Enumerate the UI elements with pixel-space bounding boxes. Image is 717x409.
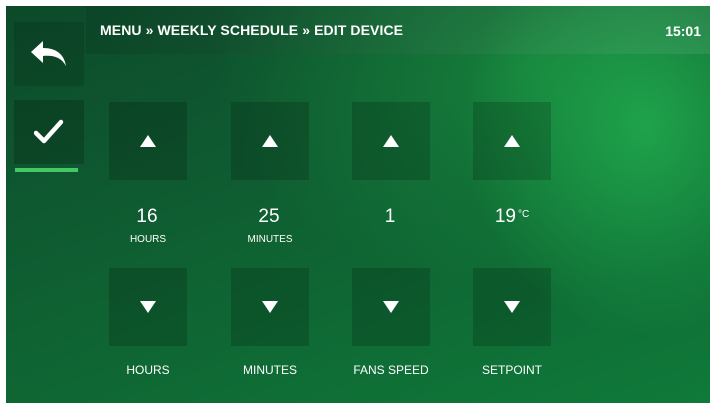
minutes-increase-button[interactable] [231,102,309,180]
fans-speed-value: 1 [384,206,396,227]
breadcrumb: MENU » WEEKLY SCHEDULE » EDIT DEVICE [100,22,404,38]
setpoint-value: 19 °C [494,206,530,227]
triangle-down-icon [140,301,156,313]
fans-speed-decrease-button[interactable] [352,268,430,346]
hours-decrease-button[interactable] [109,268,187,346]
setpoint-decrease-button[interactable] [473,268,551,346]
triangle-up-icon [262,135,278,147]
checkmark-icon [34,119,64,144]
setpoint-increase-button[interactable] [473,102,551,180]
minutes-decrease-button[interactable] [231,268,309,346]
fans-speed-increase-button[interactable] [352,102,430,180]
hours-label: HOURS [126,363,170,377]
minutes-label: MINUTES [243,363,297,377]
hours-increase-button[interactable] [109,102,187,180]
minutes-value: 25 [258,206,280,227]
confirm-button[interactable] [14,100,84,164]
fans-speed-label: FANS SPEED [353,363,429,377]
confirm-selected-indicator [15,168,78,172]
device-screen: MENU » WEEKLY SCHEDULE » EDIT DEVICE 15:… [6,6,710,403]
triangle-down-icon [383,301,399,313]
triangle-up-icon [140,135,156,147]
setpoint-unit: °C [517,209,530,220]
back-button[interactable] [14,22,84,86]
triangle-up-icon [504,135,520,147]
clock-time: 15:01 [665,23,701,39]
setpoint-label: SETPOINT [481,363,542,377]
hours-sublabel: HOURS [129,234,167,245]
minutes-sublabel: MINUTES [247,234,293,245]
triangle-down-icon [504,301,520,313]
triangle-up-icon [383,135,399,147]
hours-value: 16 [136,206,158,227]
triangle-down-icon [262,301,278,313]
back-arrow-icon [31,41,66,66]
